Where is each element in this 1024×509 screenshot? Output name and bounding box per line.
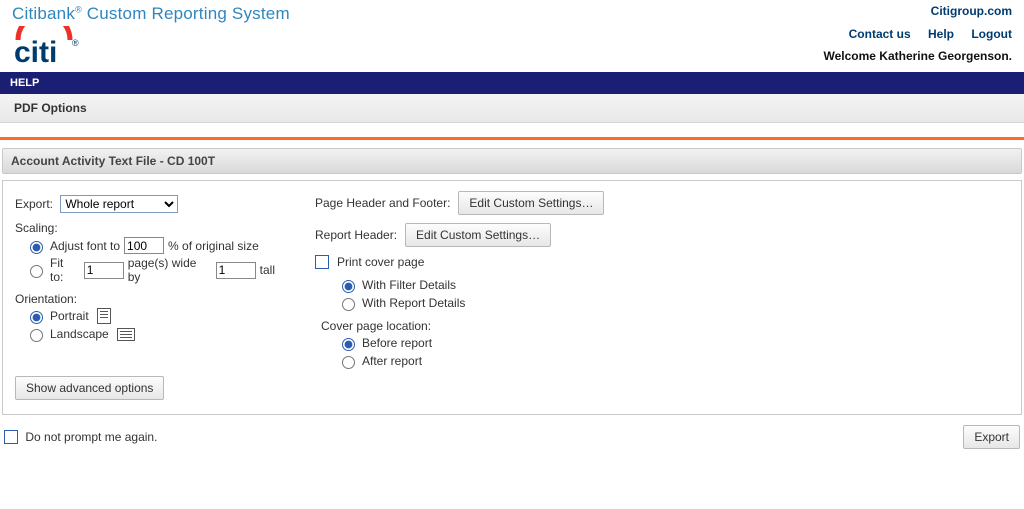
fit-to-radio[interactable] — [30, 265, 43, 278]
citigroup-link[interactable]: Citigroup.com — [931, 4, 1012, 18]
brand-suffix: Custom Reporting System — [82, 4, 290, 23]
phf-edit-button[interactable]: Edit Custom Settings… — [458, 191, 604, 215]
export-select[interactable]: Whole report — [60, 195, 178, 213]
fit-tall-post: tall — [260, 263, 275, 277]
help-menu-bar[interactable]: HELP — [0, 72, 1024, 94]
svg-text:citi: citi — [14, 36, 57, 66]
report-header-label: Report Header: — [315, 228, 397, 242]
portrait-icon — [97, 308, 111, 324]
landscape-radio[interactable] — [30, 329, 43, 342]
print-cover-label: Print cover page — [337, 255, 424, 269]
portrait-radio[interactable] — [30, 311, 43, 324]
before-report-radio[interactable] — [342, 338, 355, 351]
brand-title: Citibank® Custom Reporting System — [12, 4, 290, 24]
export-label: Export: — [15, 197, 53, 211]
options-panel: Export: Whole report Scaling: Adjust fon… — [2, 180, 1022, 415]
with-filter-radio[interactable] — [342, 280, 355, 293]
fit-pages-tall-input[interactable] — [216, 262, 256, 279]
orientation-label: Orientation: — [15, 292, 275, 306]
logout-link[interactable]: Logout — [971, 27, 1012, 41]
print-cover-checkbox[interactable] — [315, 255, 329, 269]
with-report-label: With Report Details — [362, 296, 465, 310]
adjust-font-pre: Adjust font to — [50, 239, 120, 253]
adjust-font-post: % of original size — [168, 239, 259, 253]
brand-name: Citibank — [12, 4, 75, 23]
with-filter-label: With Filter Details — [362, 278, 456, 292]
scaling-label: Scaling: — [15, 221, 275, 235]
export-button[interactable]: Export — [963, 425, 1020, 449]
cover-loc-label: Cover page location: — [321, 319, 1009, 333]
contact-us-link[interactable]: Contact us — [849, 27, 911, 41]
no-prompt-checkbox[interactable] — [4, 430, 18, 444]
after-report-radio[interactable] — [342, 356, 355, 369]
landscape-icon — [117, 328, 135, 341]
section-title: Account Activity Text File - CD 100T — [2, 148, 1022, 174]
fit-pages-mid: page(s) wide by — [128, 256, 212, 284]
show-advanced-button[interactable]: Show advanced options — [15, 376, 164, 400]
citi-logo: citi ® — [12, 26, 84, 66]
svg-text:®: ® — [72, 38, 79, 48]
fit-to-label: Fit to: — [50, 256, 80, 284]
landscape-label: Landscape — [50, 327, 109, 341]
with-report-radio[interactable] — [342, 298, 355, 311]
no-prompt-label: Do not prompt me again. — [25, 430, 157, 444]
divider-rule — [0, 137, 1024, 140]
adjust-font-radio[interactable] — [30, 241, 43, 254]
fit-pages-wide-input[interactable] — [84, 262, 124, 279]
rh-edit-button[interactable]: Edit Custom Settings… — [405, 223, 551, 247]
welcome-text: Welcome Katherine Georgenson. — [824, 49, 1013, 63]
page-subtitle: PDF Options — [0, 94, 1024, 123]
before-report-label: Before report — [362, 336, 432, 350]
top-nav: Contact us Help Logout — [824, 27, 1013, 41]
page-header-footer-label: Page Header and Footer: — [315, 196, 450, 210]
registered-mark: ® — [75, 4, 82, 14]
help-link[interactable]: Help — [928, 27, 954, 41]
after-report-label: After report — [362, 354, 422, 368]
adjust-font-input[interactable] — [124, 237, 164, 254]
portrait-label: Portrait — [50, 309, 89, 323]
